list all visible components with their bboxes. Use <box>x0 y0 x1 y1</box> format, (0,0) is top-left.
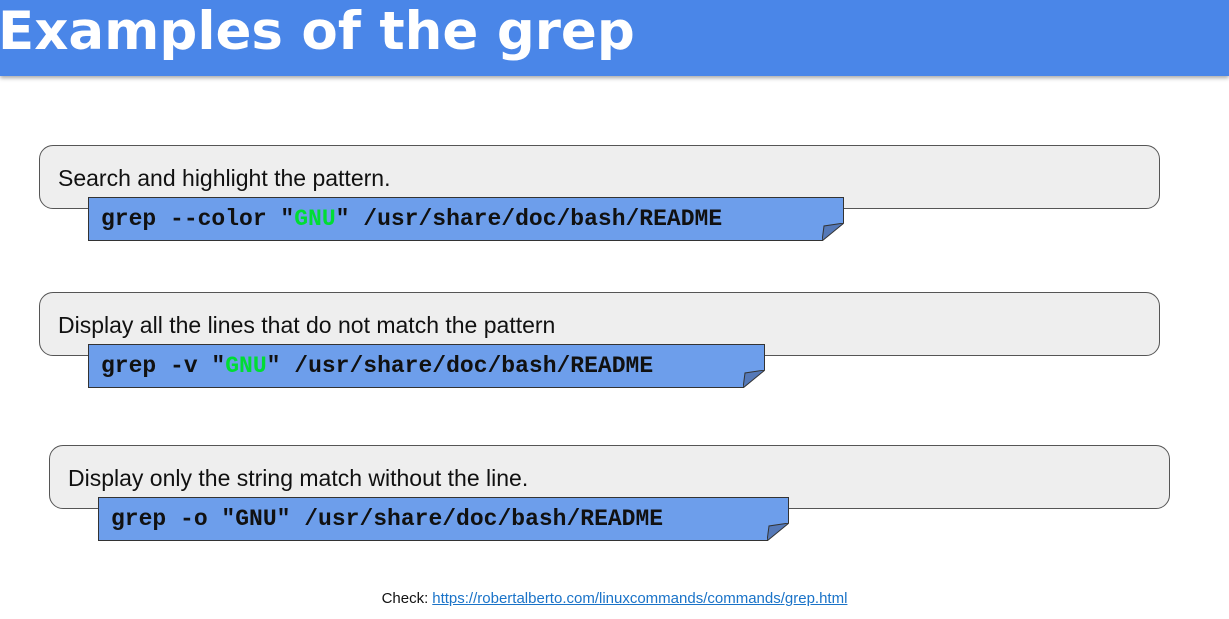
title-bar: Examples of the grep <box>0 0 1229 76</box>
footer: Check: https://robertalberto.com/linuxcom… <box>0 590 1229 607</box>
example-3-description: Display only the string match without th… <box>68 465 529 491</box>
example-1-command-pattern: GNU <box>294 206 336 232</box>
example-3-command: grep -o "GNU" /usr/share/doc/bash/README <box>98 497 789 541</box>
example-2-command-suffix: " /usr/share/doc/bash/README <box>266 353 654 379</box>
example-1-command: grep --color "GNU" /usr/share/doc/bash/R… <box>88 197 844 241</box>
page-fold-icon <box>743 370 765 388</box>
example-2-command-prefix: grep -v " <box>101 353 226 379</box>
example-2-command-pattern: GNU <box>225 353 267 379</box>
example-1-command-suffix: " /usr/share/doc/bash/README <box>335 206 723 232</box>
footer-label: Check: <box>381 590 429 607</box>
page-fold-icon <box>822 223 844 241</box>
example-2-description: Display all the lines that do not match … <box>58 312 556 338</box>
example-3-command-text: grep -o "GNU" /usr/share/doc/bash/README <box>111 506 664 532</box>
reference-link[interactable]: https://robertalberto.com/linuxcommands/… <box>432 590 847 607</box>
page-title: Examples of the grep <box>0 1 635 62</box>
example-2-command: grep -v "GNU" /usr/share/doc/bash/README <box>88 344 765 388</box>
example-1-command-prefix: grep --color " <box>101 206 295 232</box>
example-1-description: Search and highlight the pattern. <box>58 165 391 191</box>
page-fold-icon <box>767 523 789 541</box>
